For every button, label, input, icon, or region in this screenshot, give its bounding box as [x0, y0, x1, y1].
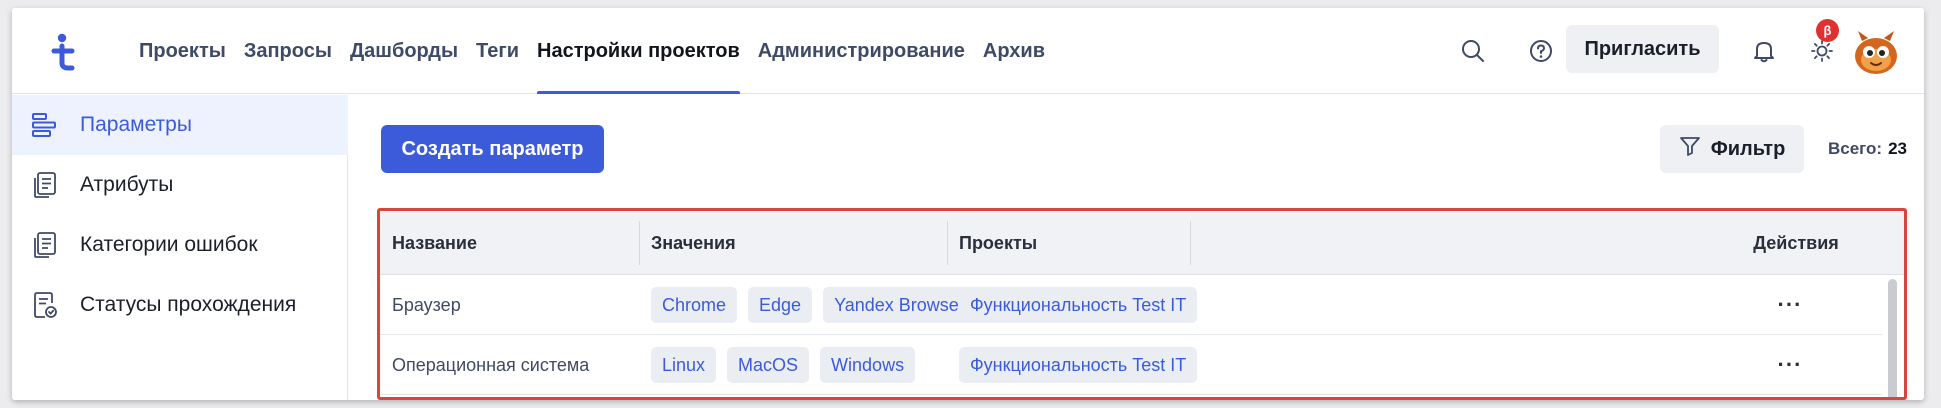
create-parameter-button[interactable]: Создать параметр [381, 125, 604, 173]
attributes-icon [30, 170, 60, 200]
sidebar-item-label: Категории ошибок [80, 233, 258, 256]
sidebar-item-run-statuses[interactable]: Статусы прохождения [12, 275, 348, 335]
project-tag[interactable]: Функциональность Test IT [959, 287, 1198, 323]
main-content: Создать параметр Фильтр Всего: 23 Назван… [349, 95, 1924, 400]
search-icon[interactable] [1458, 36, 1488, 66]
total-value: 23 [1888, 139, 1908, 158]
column-header-values[interactable]: Значения [651, 211, 736, 275]
sidebar-item-label: Атрибуты [80, 173, 174, 196]
scrollbar-thumb[interactable] [1888, 279, 1897, 397]
total-count: Всего: 23 [1828, 125, 1907, 173]
column-divider[interactable] [639, 221, 640, 265]
nav-requests[interactable]: Запросы [235, 8, 341, 94]
value-tag[interactable]: Chrome [651, 287, 738, 323]
parameter-values: Chrome Edge Yandex Browser [651, 275, 976, 335]
row-actions-menu-icon[interactable]: ··· [1770, 275, 1810, 335]
parameters-table: Название Значения Проекты Действия Брауз… [377, 208, 1907, 400]
table-header: Название Значения Проекты Действия [380, 211, 1904, 275]
column-header-actions: Действия [1753, 232, 1839, 253]
error-categories-icon [30, 230, 60, 260]
nav-project-settings[interactable]: Настройки проектов [528, 8, 749, 94]
parameters-icon [30, 110, 60, 140]
beta-badge: β [1816, 19, 1839, 42]
sidebar-item-error-categories[interactable]: Категории ошибок [12, 215, 348, 275]
value-tag[interactable]: Linux [651, 347, 717, 383]
main-nav: Проекты Запросы Дашборды Теги Настройки … [130, 8, 1054, 94]
project-tag[interactable]: Функциональность Test IT [959, 347, 1198, 383]
sidebar-item-parameters[interactable]: Параметры [12, 95, 348, 155]
value-tag[interactable]: MacOS [727, 347, 810, 383]
parameter-name: Браузер [392, 294, 461, 315]
sidebar-item-label: Параметры [80, 113, 192, 136]
nav-dashboards[interactable]: Дашборды [341, 8, 467, 94]
sidebar-item-label: Статусы прохождения [80, 293, 297, 316]
filter-icon [1679, 135, 1701, 163]
table-row[interactable]: Браузер Chrome Edge Yandex Browser Функц… [380, 275, 1882, 335]
column-divider[interactable] [1190, 221, 1191, 265]
value-tag[interactable]: Yandex Browser [823, 287, 976, 323]
nav-tags[interactable]: Теги [467, 8, 528, 94]
run-statuses-icon [30, 290, 60, 320]
table-row[interactable]: Операционная система Linux MacOS Windows… [380, 335, 1882, 395]
app-window: Проекты Запросы Дашборды Теги Настройки … [12, 8, 1924, 400]
filter-button[interactable]: Фильтр [1660, 125, 1804, 173]
value-tag[interactable]: Edge [748, 287, 813, 323]
nav-administration[interactable]: Администрирование [749, 8, 974, 94]
test-it-logo-icon[interactable] [46, 32, 82, 72]
column-divider[interactable] [947, 221, 948, 265]
row-actions-menu-icon[interactable]: ··· [1770, 335, 1810, 395]
parameter-values: Linux MacOS Windows [651, 335, 916, 395]
filter-label: Фильтр [1710, 137, 1786, 160]
column-header-name[interactable]: Название [392, 211, 477, 275]
nav-projects[interactable]: Проекты [130, 8, 235, 94]
help-icon[interactable] [1526, 36, 1556, 66]
user-avatar[interactable] [1852, 28, 1900, 76]
sidebar-item-attributes[interactable]: Атрибуты [12, 155, 348, 215]
nav-archive[interactable]: Архив [974, 8, 1054, 94]
parameter-name: Операционная система [392, 354, 590, 375]
settings-sidebar: Параметры Атрибуты Категории ошибок Стат… [12, 95, 348, 400]
table-scrollbar[interactable] [1886, 279, 1898, 397]
column-header-projects[interactable]: Проекты [959, 211, 1037, 275]
parameter-projects: Функциональность Test IT [959, 335, 1198, 395]
top-navigation-bar: Проекты Запросы Дашборды Теги Настройки … [12, 8, 1924, 94]
total-label: Всего: [1828, 139, 1883, 158]
value-tag[interactable]: Windows [820, 347, 916, 383]
bell-icon[interactable] [1749, 36, 1779, 66]
invite-button[interactable]: Пригласить [1566, 25, 1719, 73]
parameter-projects: Функциональность Test IT [959, 275, 1198, 335]
